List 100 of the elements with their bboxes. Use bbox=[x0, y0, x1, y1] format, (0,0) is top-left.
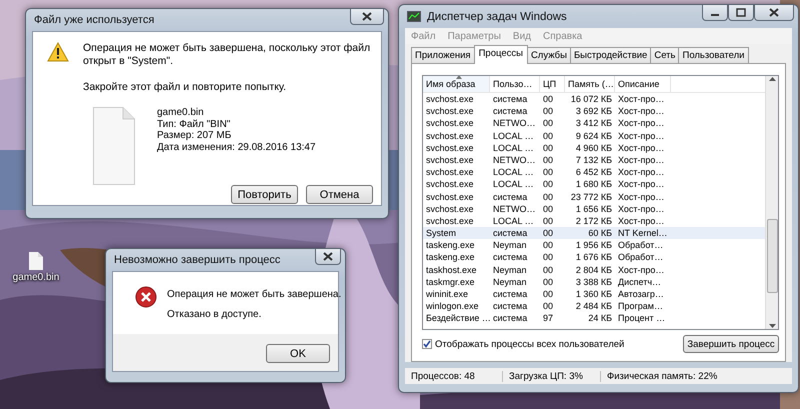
table-cell-text: 3 692 КБ bbox=[574, 105, 613, 118]
end-process-button[interactable]: Завершить процесс bbox=[683, 335, 779, 353]
table-cell-text: Хост-про… bbox=[617, 166, 666, 178]
column-header[interactable]: Пользо… bbox=[490, 76, 540, 92]
table-row[interactable]: taskhost.exe Neyman 00 2 804 КБ Хост-про… bbox=[423, 264, 765, 276]
tab[interactable]: Пользователи bbox=[678, 47, 748, 63]
column-header[interactable]: ЦП bbox=[540, 76, 565, 92]
column-header[interactable]: Имя образа bbox=[423, 76, 490, 92]
table-cell-text: NETWO… bbox=[492, 154, 536, 166]
table-row[interactable]: System система 00 60 КБ NT Kernel… bbox=[423, 227, 765, 240]
tab[interactable]: Службы bbox=[526, 47, 571, 63]
scroll-up-icon[interactable] bbox=[768, 76, 776, 82]
error-message: Операция не может быть завершена. bbox=[167, 289, 342, 300]
table-cell-text: LOCAL … bbox=[492, 130, 535, 142]
table-cell-text: 2 804 КБ bbox=[574, 264, 613, 276]
table-cell-text: система bbox=[492, 288, 528, 300]
table-cell-text: Хост-про… bbox=[617, 105, 666, 118]
table-cell-text: 3 412 КБ bbox=[574, 117, 613, 130]
table-cell-text: система bbox=[492, 93, 528, 106]
table-cell-text: 00 bbox=[542, 117, 554, 130]
checkbox[interactable] bbox=[422, 339, 432, 349]
minimize-button[interactable] bbox=[702, 5, 728, 21]
table-cell-text: Диспетч… bbox=[617, 276, 662, 288]
table-row[interactable]: winlogon.exe система 00 2 484 КБ Програм… bbox=[423, 300, 765, 312]
close-icon[interactable] bbox=[323, 252, 333, 261]
table-cell-text: система bbox=[492, 227, 528, 240]
file-type: Тип: Файл "BIN" bbox=[157, 118, 232, 130]
table-cell-text: Хост-про… bbox=[617, 190, 666, 203]
table-cell-text: Хост-про… bbox=[617, 142, 666, 154]
table-cell-text: 00 bbox=[542, 202, 554, 215]
table-row[interactable]: svchost.exe NETWO… 00 1 656 КБ Хост-про… bbox=[423, 202, 765, 215]
table-row[interactable]: taskeng.exe Neyman 00 1 956 КБ Обработ… bbox=[423, 239, 765, 252]
table-cell-text: LOCAL … bbox=[492, 214, 535, 228]
table-row[interactable]: svchost.exe NETWO… 00 7 132 КБ Хост-про… bbox=[423, 154, 765, 166]
table-cell-text: 00 bbox=[542, 142, 554, 154]
table-cell-text: 9 624 КБ bbox=[574, 130, 613, 142]
hint-text: Закройте этот файл и повторите попытку. bbox=[83, 81, 288, 94]
window-title: Невозможно завершить процесс bbox=[114, 254, 282, 266]
table-cell-text: Обработ… bbox=[617, 239, 664, 252]
table-row[interactable]: svchost.exe LOCAL … 00 1 680 КБ Хост-про… bbox=[423, 178, 765, 190]
close-button[interactable] bbox=[350, 9, 384, 25]
table-cell-text: Хост-про… bbox=[617, 93, 666, 106]
close-icon[interactable] bbox=[769, 8, 779, 17]
table-cell-text: Обработ… bbox=[617, 251, 664, 264]
tab[interactable]: Сеть bbox=[650, 47, 680, 63]
status-text: Загрузка ЦП: 3% bbox=[503, 370, 601, 382]
status-text: Процессов: 48 bbox=[405, 370, 503, 382]
ok-button[interactable]: OK bbox=[266, 344, 330, 363]
table-row[interactable]: svchost.exe LOCAL … 00 9 624 КБ Хост-про… bbox=[423, 130, 765, 142]
close-button[interactable] bbox=[315, 249, 341, 265]
table-row[interactable]: svchost.exe NETWO… 00 3 412 КБ Хост-про… bbox=[423, 117, 765, 130]
tab[interactable]: Быстродействие bbox=[570, 47, 652, 63]
cancel-button[interactable]: Отмена bbox=[306, 185, 373, 204]
table-row[interactable]: svchost.exe система 00 3 692 КБ Хост-про… bbox=[423, 105, 765, 118]
table-cell-text: 00 bbox=[542, 239, 554, 252]
table-row[interactable]: Бездействие … система 97 24 КБ Процент … bbox=[423, 312, 765, 325]
column-header[interactable]: Память (… bbox=[565, 76, 615, 92]
table-cell-text: svchost.exe bbox=[425, 214, 475, 228]
scrollbar[interactable] bbox=[765, 76, 778, 329]
table-row[interactable]: taskmgr.exe Neyman 00 3 388 КБ Диспетч… bbox=[423, 276, 765, 288]
maximize-button[interactable] bbox=[728, 5, 754, 21]
file-icon bbox=[93, 107, 135, 185]
table-row[interactable]: svchost.exe система 00 16 072 КБ Хост-про… bbox=[423, 93, 765, 106]
table-row[interactable]: wininit.exe система 00 1 360 КБ Автозагр… bbox=[423, 288, 765, 300]
table-cell-text: Хост-про… bbox=[617, 117, 666, 130]
close-icon[interactable] bbox=[362, 12, 372, 21]
maximize-icon[interactable] bbox=[736, 8, 746, 17]
table-cell-text: Neyman bbox=[492, 264, 528, 276]
table-cell-text: NETWO… bbox=[492, 117, 536, 130]
table-row[interactable]: taskeng.exe система 00 1 676 КБ Обработ… bbox=[423, 251, 765, 264]
file-label[interactable]: game0.bin bbox=[12, 272, 60, 283]
table-cell-text: Хост-про… bbox=[617, 264, 666, 276]
table-cell-text: Хост-про… bbox=[617, 178, 666, 190]
table-cell-text: Neyman bbox=[492, 239, 528, 252]
scroll-down-icon[interactable] bbox=[768, 323, 776, 329]
close-button[interactable] bbox=[754, 5, 794, 21]
column-header[interactable]: Описание bbox=[615, 76, 671, 92]
scroll-thumb[interactable] bbox=[766, 219, 778, 293]
table-cell-text: NETWO… bbox=[492, 202, 536, 215]
table-row[interactable]: svchost.exe система 00 23 772 КБ Хост-про… bbox=[423, 190, 765, 203]
file-icon[interactable] bbox=[29, 252, 43, 270]
checkbox-label[interactable]: Отображать процессы всех пользователей bbox=[435, 338, 624, 350]
table-cell-text: 3 388 КБ bbox=[574, 276, 613, 288]
table-cell-text: 00 bbox=[542, 105, 554, 118]
table-cell-text: 00 bbox=[542, 154, 554, 166]
table-cell-text: система bbox=[492, 251, 528, 264]
table-row[interactable]: svchost.exe LOCAL … 00 6 452 КБ Хост-про… bbox=[423, 166, 765, 178]
table-cell-text: 00 bbox=[542, 130, 554, 142]
table-cell-text: 00 bbox=[542, 93, 554, 106]
tab[interactable]: Приложения bbox=[411, 47, 475, 63]
table-cell-text: LOCAL … bbox=[492, 166, 535, 178]
tab[interactable]: Процессы bbox=[474, 45, 528, 64]
table-row[interactable]: svchost.exe LOCAL … 00 2 172 КБ Хост-про… bbox=[423, 214, 765, 228]
retry-button[interactable]: Повторить bbox=[231, 185, 298, 204]
table-cell-text: 00 bbox=[542, 190, 554, 203]
table-cell-text: 60 КБ bbox=[587, 227, 613, 240]
table-cell-text: Хост-про… bbox=[617, 154, 666, 166]
table-cell-text: 00 bbox=[542, 300, 554, 312]
table-row[interactable]: svchost.exe LOCAL … 00 4 960 КБ Хост-про… bbox=[423, 142, 765, 154]
table-cell-text: LOCAL … bbox=[492, 142, 535, 154]
